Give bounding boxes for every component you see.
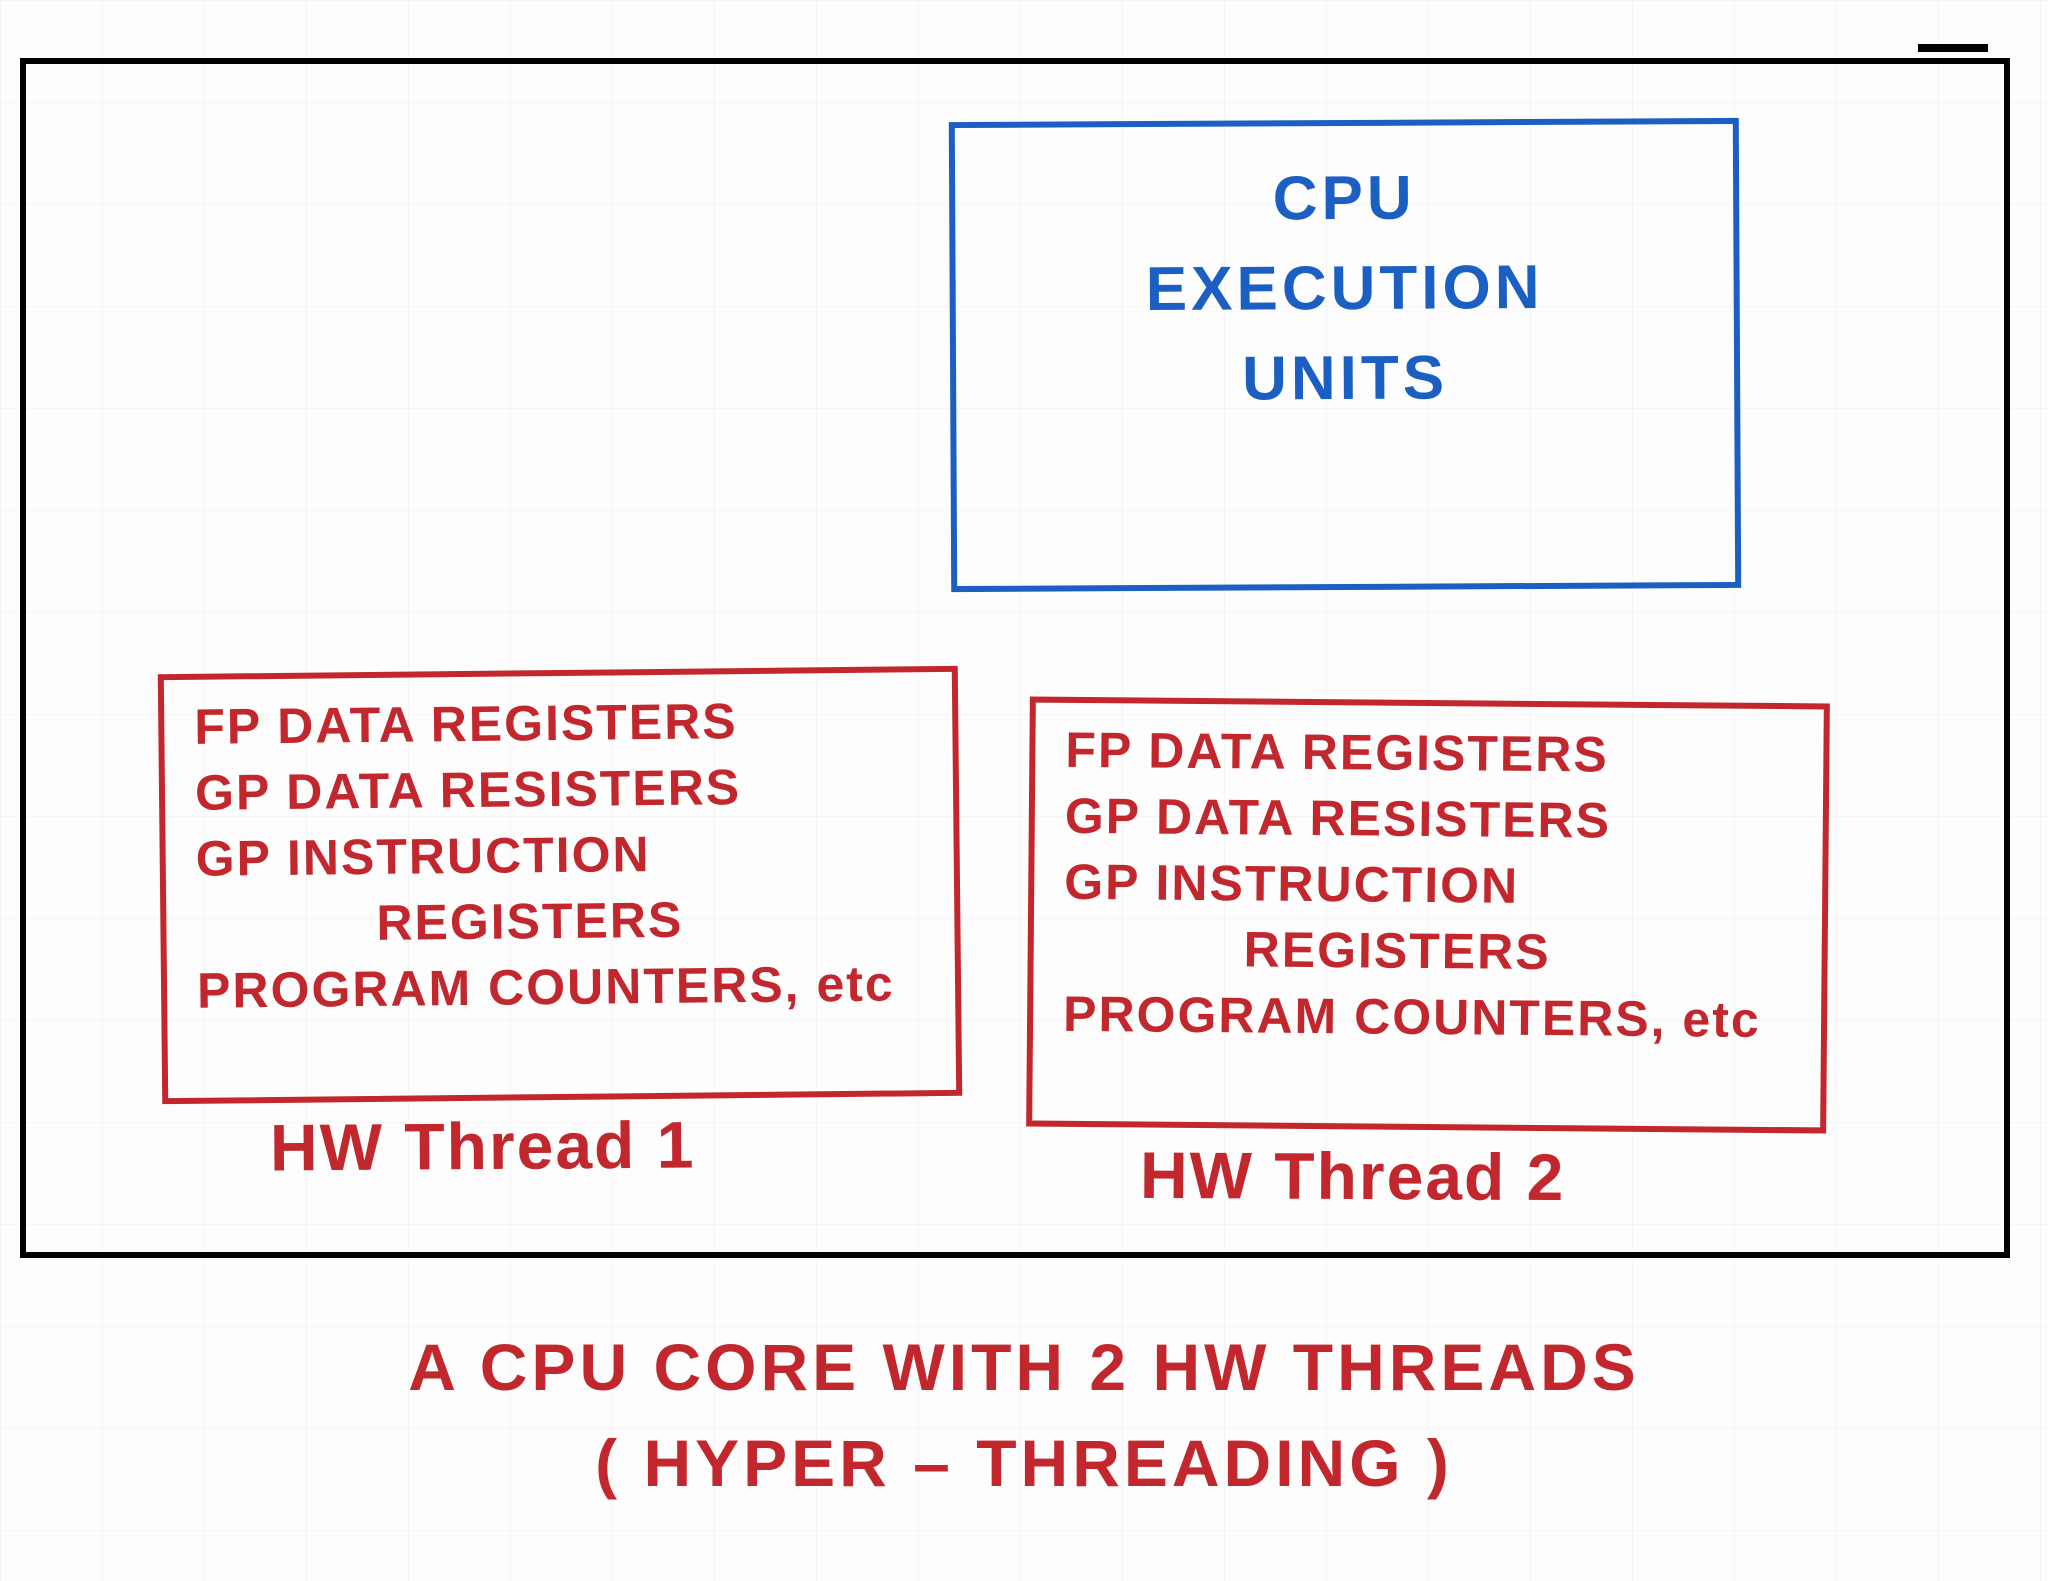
thread2-gp-instruction: GP INSTRUCTION <box>1064 855 1798 915</box>
diagram-caption: A CPU CORE WITH 2 HW THREADS ( HYPER – T… <box>0 1320 2048 1511</box>
thread1-program-counters: PROGRAM COUNTERS, etc <box>197 956 932 1018</box>
thread1-fp-registers: FP DATA REGISTERS <box>194 692 929 754</box>
sketch-mark <box>1918 44 1988 52</box>
thread1-gp-instruction: GP INSTRUCTION <box>195 824 930 886</box>
exec-line2: EXECUTION <box>1146 253 1544 324</box>
thread1-gp-data-registers: GP DATA RESISTERS <box>195 758 930 820</box>
cpu-execution-units-box: CPU EXECUTION UNITS <box>949 118 1741 592</box>
exec-line3: UNITS <box>1242 343 1448 413</box>
thread1-gp-instruction-registers: REGISTERS <box>196 890 931 952</box>
thread2-program-counters: PROGRAM COUNTERS, etc <box>1063 987 1797 1047</box>
hw-thread-1-box: FP DATA REGISTERS GP DATA RESISTERS GP I… <box>158 666 962 1104</box>
hw-thread-2-box: FP DATA REGISTERS GP DATA RESISTERS GP I… <box>1026 697 1830 1134</box>
hw-thread-2-label: HW Thread 2 <box>1140 1137 1566 1215</box>
caption-line1: A CPU CORE WITH 2 HW THREADS <box>408 1330 1640 1404</box>
caption-line2: ( HYPER – THREADING ) <box>595 1426 1453 1500</box>
thread2-gp-data-registers: GP DATA RESISTERS <box>1065 789 1799 849</box>
thread2-fp-registers: FP DATA REGISTERS <box>1065 723 1799 783</box>
thread2-gp-instruction-registers: REGISTERS <box>1063 921 1797 981</box>
exec-line1: CPU <box>1273 164 1416 234</box>
hw-thread-1-label: HW Thread 1 <box>270 1107 696 1186</box>
cpu-execution-units-label: CPU EXECUTION UNITS <box>955 124 1735 426</box>
